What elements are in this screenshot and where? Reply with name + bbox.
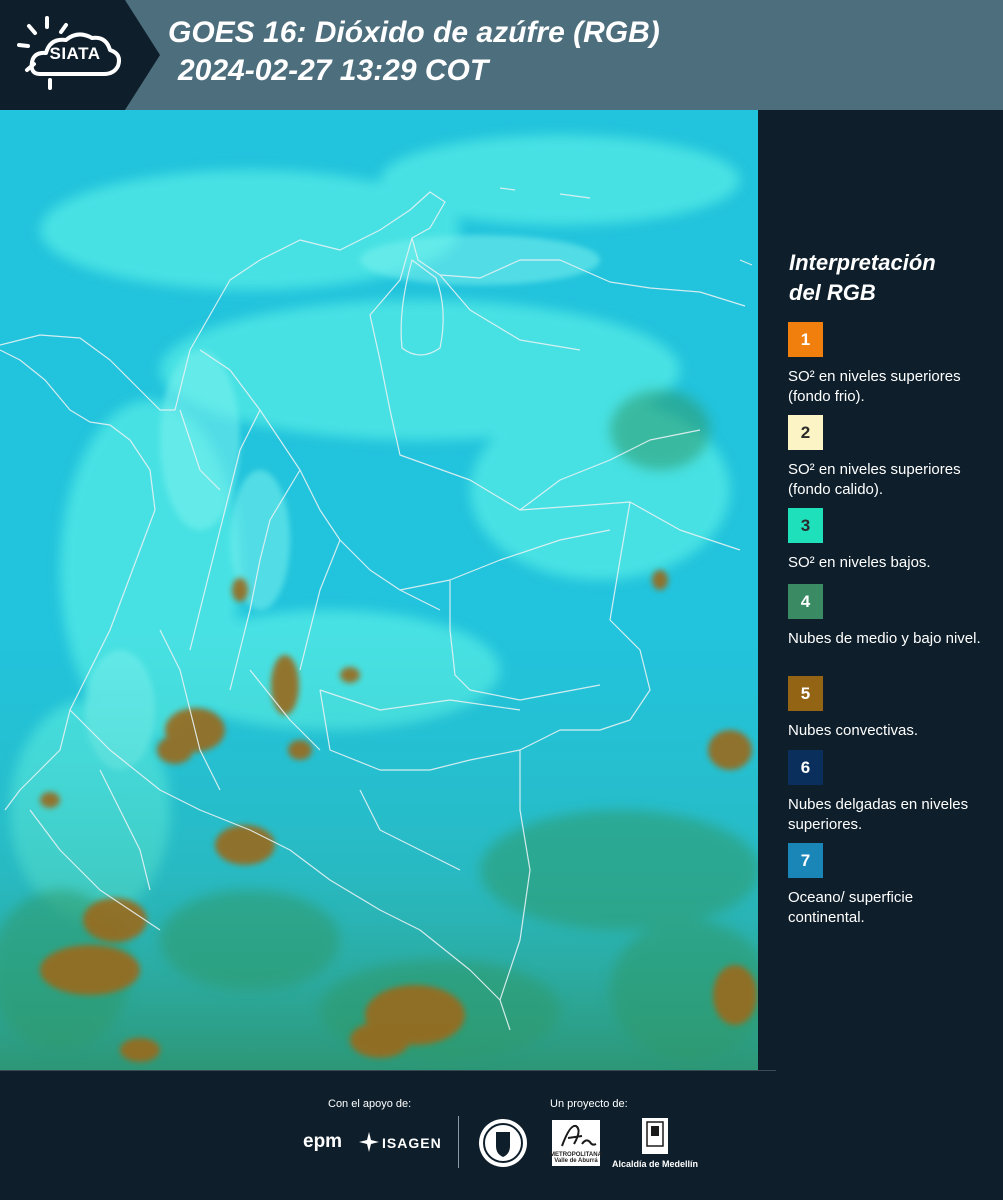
legend-swatch-6: 6 — [788, 750, 823, 785]
epm-logo[interactable]: epm — [303, 1131, 342, 1153]
legend-label-5: Nubes convectivas. — [788, 722, 919, 739]
legend-swatch-2: 2 — [788, 415, 823, 450]
title-timestamp: 2024-02-27 13:29 COT — [178, 54, 489, 87]
legend-label-4: Nubes de medio y bajo nivel. — [788, 630, 981, 647]
legend-item-5: 5 Nubes convectivas. — [788, 676, 993, 741]
medellin-seal-icon[interactable] — [478, 1118, 528, 1168]
support-label: Con el apoyo de: — [328, 1098, 412, 1110]
logo-text: SIATA — [49, 44, 101, 63]
project-label: Un proyecto de: — [550, 1098, 628, 1110]
legend-item-4: 4 Nubes de medio y bajo nivel. — [788, 584, 993, 649]
siata-logo[interactable]: SIATA — [0, 0, 160, 110]
legend-panel: Interpretación del RGB 1 SO² en niveles … — [760, 110, 1003, 1070]
legend-item-3: 3 SO² en niveles bajos. — [788, 508, 993, 573]
legend-item-2: 2 SO² en niveles superiores (fondo calid… — [788, 415, 993, 500]
legend-label-1: SO² en niveles superiores (fondo frio). — [788, 368, 961, 405]
legend-label-2: SO² en niveles superiores (fondo calido)… — [788, 461, 961, 498]
legend-swatch-3: 3 — [788, 508, 823, 543]
isagen-logo[interactable]: ISAGEN — [382, 1135, 442, 1151]
legend-title-line1: Interpretación — [789, 250, 936, 275]
area-caption-line2: Valle de Aburrá — [554, 1158, 598, 1164]
legend-item-6: 6 Nubes delgadas en niveles superiores. — [788, 750, 993, 835]
footer: Con el apoyo de: Un proyecto de: epm ISA… — [0, 1070, 1003, 1200]
legend-title: Interpretación del RGB — [789, 248, 999, 308]
footer-divider-line — [0, 1070, 776, 1071]
footer-vertical-divider — [458, 1116, 459, 1168]
legend-item-7: 7 Oceano/ superficie continental. — [788, 843, 993, 928]
crest-shape-icon — [646, 1121, 664, 1147]
legend-label-6: Nubes delgadas en niveles superiores. — [788, 796, 969, 833]
isagen-star-icon — [359, 1132, 379, 1152]
satellite-map[interactable] — [0, 110, 758, 1070]
area-logo-caption: METROPOLITANA Valle de Aburrá — [548, 1152, 604, 1164]
area-logo-mark-icon — [561, 1124, 597, 1147]
header-bar: SIATA GOES 16: Dióxido de azúfre (RGB) 2… — [0, 0, 1003, 110]
alcaldia-label: Alcaldía de Medellín — [612, 1159, 699, 1169]
rgb-satellite-image — [0, 110, 758, 1070]
title-product: GOES 16: Dióxido de azúfre (RGB) — [168, 16, 660, 49]
legend-item-1: 1 SO² en niveles superiores (fondo frio)… — [788, 322, 993, 407]
legend-title-line2: del RGB — [789, 280, 876, 305]
alcaldia-crest-icon[interactable] — [642, 1118, 668, 1154]
legend-swatch-1: 1 — [788, 322, 823, 357]
legend-swatch-7: 7 — [788, 843, 823, 878]
legend-label-3: SO² en niveles bajos. — [788, 554, 931, 571]
legend-swatch-5: 5 — [788, 676, 823, 711]
page-title: GOES 16: Dióxido de azúfre (RGB) 2024-02… — [168, 14, 660, 90]
legend-swatch-4: 4 — [788, 584, 823, 619]
legend-label-7: Oceano/ superficie continental. — [788, 889, 914, 926]
